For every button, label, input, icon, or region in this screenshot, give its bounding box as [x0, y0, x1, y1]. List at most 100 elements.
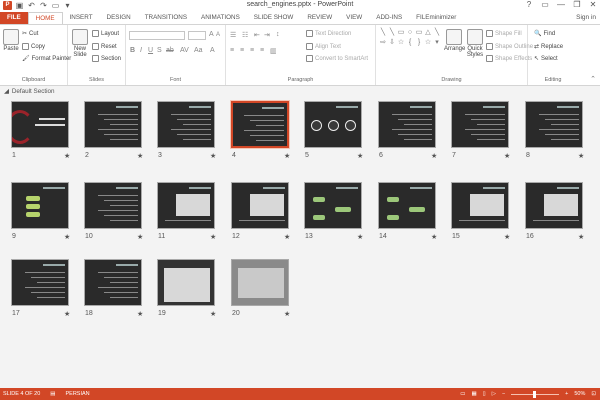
tab-transitions[interactable]: TRANSITIONS	[138, 12, 194, 24]
ribbon-display-icon[interactable]: ▭	[540, 0, 550, 9]
collapse-section-icon[interactable]: ◢	[4, 88, 9, 95]
transition-star-icon[interactable]: ★	[284, 310, 290, 318]
rectangle-shape-icon[interactable]: ▭	[397, 28, 405, 37]
star-shape-icon[interactable]: ☆	[397, 38, 405, 47]
line-spacing-icon[interactable]: ↕	[276, 31, 280, 38]
shrink-font-icon[interactable]: A	[216, 32, 220, 38]
line-shape-icon[interactable]: ╲	[379, 28, 387, 37]
slide-thumbnail[interactable]	[304, 101, 362, 148]
oval-shape-icon[interactable]: ○	[406, 28, 414, 37]
slide-thumbnail[interactable]	[525, 182, 583, 229]
find-button[interactable]: 🔍 Find	[534, 30, 555, 38]
slide-thumbnail[interactable]	[525, 101, 583, 148]
brace-shape-icon[interactable]: }	[415, 38, 423, 47]
transition-star-icon[interactable]: ★	[431, 152, 437, 160]
bold-icon[interactable]: B	[130, 47, 135, 54]
slide-thumbnail[interactable]	[157, 101, 215, 148]
grow-font-icon[interactable]: A	[209, 31, 214, 38]
font-size-field[interactable]	[188, 31, 206, 40]
section-header[interactable]: ◢ Default Section	[4, 88, 55, 95]
zoom-level[interactable]: 50%	[574, 388, 585, 400]
slide-thumbnail[interactable]	[11, 101, 69, 148]
normal-view-icon[interactable]: ▭	[460, 388, 465, 400]
zoom-in-icon[interactable]: +	[565, 388, 568, 400]
slide-thumbnail[interactable]	[451, 101, 509, 148]
increase-indent-icon[interactable]: ⇥	[264, 31, 270, 39]
tab-insert[interactable]: INSERT	[63, 12, 100, 24]
slide-thumbnail[interactable]	[304, 182, 362, 229]
slide-thumbnail[interactable]	[378, 101, 436, 148]
tab-file[interactable]: FILE	[0, 12, 28, 24]
fit-to-window-icon[interactable]: ⊡	[591, 388, 596, 400]
transition-star-icon[interactable]: ★	[210, 310, 216, 318]
transition-star-icon[interactable]: ★	[284, 152, 290, 160]
text-direction-button[interactable]: Text Direction	[306, 30, 351, 37]
slide-thumbnail[interactable]	[157, 259, 215, 306]
arrange-button[interactable]: Arrange	[444, 29, 465, 52]
slide-thumbnail[interactable]	[378, 182, 436, 229]
transition-star-icon[interactable]: ★	[210, 233, 216, 241]
tab-home[interactable]: HOME	[27, 12, 63, 24]
language-indicator[interactable]: PERSIAN	[66, 388, 90, 400]
decrease-indent-icon[interactable]: ⇤	[254, 31, 260, 39]
transition-star-icon[interactable]: ★	[64, 152, 70, 160]
transition-star-icon[interactable]: ★	[357, 233, 363, 241]
brace-shape-icon[interactable]: {	[406, 38, 414, 47]
slide-sorter-view-icon[interactable]: ▦	[471, 388, 476, 400]
convert-smartart-button[interactable]: Convert to SmartArt	[306, 55, 368, 62]
transition-star-icon[interactable]: ★	[504, 152, 510, 160]
slide-thumbnail[interactable]	[231, 101, 289, 148]
reading-view-icon[interactable]: ▯	[483, 388, 486, 400]
numbering-icon[interactable]: ☷	[242, 31, 248, 39]
slide-thumbnail[interactable]	[11, 259, 69, 306]
triangle-shape-icon[interactable]: △	[424, 28, 432, 37]
reset-button[interactable]: Reset	[92, 43, 117, 50]
tab-slide-show[interactable]: SLIDE SHOW	[247, 12, 301, 24]
transition-star-icon[interactable]: ★	[284, 233, 290, 241]
arrow-shape-icon[interactable]: ⇨	[379, 38, 387, 47]
tab-review[interactable]: REVIEW	[300, 12, 339, 24]
minimize-button[interactable]: —	[556, 0, 566, 9]
replace-button[interactable]: ⇄ Replace	[534, 43, 563, 51]
align-right-icon[interactable]: ≡	[250, 47, 254, 54]
line-shape-icon[interactable]: ╲	[388, 28, 396, 37]
section-button[interactable]: Section	[92, 55, 121, 62]
tab-design[interactable]: DESIGN	[100, 12, 138, 24]
paste-button[interactable]: Paste	[3, 29, 19, 52]
slide-thumbnail[interactable]	[11, 182, 69, 229]
transition-star-icon[interactable]: ★	[137, 233, 143, 241]
transition-star-icon[interactable]: ★	[578, 233, 584, 241]
transition-star-icon[interactable]: ★	[210, 152, 216, 160]
tab-add-ins[interactable]: ADD-INS	[369, 12, 409, 24]
tab-view[interactable]: VIEW	[339, 12, 369, 24]
font-name-field[interactable]	[129, 31, 185, 40]
justify-icon[interactable]: ≡	[260, 47, 264, 54]
tab-animations[interactable]: ANIMATIONS	[194, 12, 247, 24]
slide-thumbnail[interactable]	[157, 182, 215, 229]
slide-thumbnail[interactable]	[231, 259, 289, 306]
transition-star-icon[interactable]: ★	[431, 233, 437, 241]
slide-thumbnail[interactable]	[451, 182, 509, 229]
slide-thumbnail[interactable]	[84, 101, 142, 148]
shape-fill-button[interactable]: Shape Fill	[486, 30, 522, 37]
slideshow-view-icon[interactable]: ▷	[492, 388, 496, 400]
new-slide-button[interactable]: New Slide	[71, 29, 89, 58]
format-painter-button[interactable]: 🖌 Format Painter	[22, 55, 71, 63]
transition-star-icon[interactable]: ★	[137, 152, 143, 160]
shadow-icon[interactable]: S	[157, 47, 162, 54]
transition-star-icon[interactable]: ★	[64, 310, 70, 318]
collapse-ribbon-icon[interactable]: ⌃	[590, 75, 596, 83]
close-button[interactable]: ✕	[588, 0, 598, 9]
shape-effects-button[interactable]: Shape Effects	[486, 55, 532, 62]
align-text-button[interactable]: Align Text	[306, 43, 341, 50]
transition-star-icon[interactable]: ★	[357, 152, 363, 160]
zoom-slider-thumb[interactable]	[533, 390, 537, 398]
star-shape-icon[interactable]: ☆	[424, 38, 432, 47]
slide-thumbnail[interactable]	[84, 259, 142, 306]
bullets-icon[interactable]: ☰	[230, 31, 236, 39]
transition-star-icon[interactable]: ★	[504, 233, 510, 241]
copy-button[interactable]: Copy	[22, 43, 45, 50]
transition-star-icon[interactable]: ★	[64, 233, 70, 241]
transition-star-icon[interactable]: ★	[137, 310, 143, 318]
underline-icon[interactable]: U	[148, 47, 153, 54]
